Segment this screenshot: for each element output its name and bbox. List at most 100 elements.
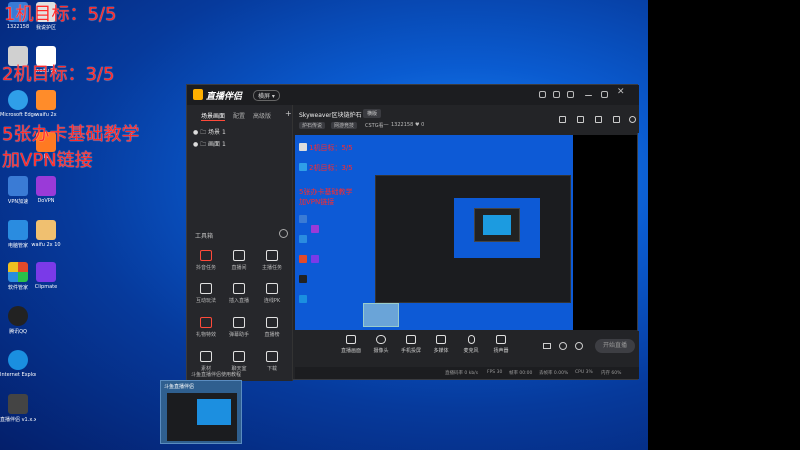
menu-icon[interactable] <box>567 91 574 98</box>
app-icon <box>8 394 28 414</box>
mini-desktop-icon <box>299 143 307 151</box>
room-tag[interactable]: 横版 <box>363 109 382 118</box>
app-icon <box>36 220 56 240</box>
speaker-button[interactable]: 扬声器 <box>487 335 515 354</box>
tab-advanced[interactable]: 高级版 <box>253 111 271 120</box>
tab-config[interactable]: 配置 <box>233 111 245 120</box>
record-icon[interactable] <box>543 343 551 349</box>
category-chip[interactable]: 网游竞技 <box>331 122 358 129</box>
tool-button[interactable]: 弹幕助手 <box>224 317 254 338</box>
file-icon <box>36 46 56 66</box>
desktop-icon-label: Clipmate <box>34 284 58 290</box>
tool-button[interactable]: 礼物特效 <box>191 317 221 338</box>
start-live-button[interactable]: 开始直播 <box>595 339 635 353</box>
maximize-icon[interactable] <box>601 91 608 98</box>
mini-desktop-icon <box>299 255 307 263</box>
app-logo-icon <box>193 89 203 100</box>
status-dropped: 丢帧率 0.00% <box>539 371 569 376</box>
category-chip[interactable]: 炉石传说 <box>299 122 326 129</box>
preview-margin <box>573 135 637 330</box>
desktop-icon[interactable]: 直播伴侣 v1.x.x <box>0 394 36 423</box>
desktop-background: 1322158 我说护区 waifu 2x Microsoft Edge wai… <box>0 0 648 450</box>
camera-icon <box>376 335 386 344</box>
settings-gear-icon[interactable] <box>575 342 583 350</box>
tool-icon <box>266 283 278 294</box>
status-memory: 内存 60% <box>601 371 622 376</box>
lock-icon[interactable] <box>577 116 584 123</box>
desktop-icon[interactable]: Clipmate <box>28 262 64 290</box>
tab-scenes[interactable]: 场景画面 <box>201 111 226 121</box>
room-name: Skyweaver区块链炉石 <box>299 112 362 119</box>
desktop-icon[interactable]: waifu 2x 10 <box>28 220 64 248</box>
desktop-icon[interactable]: 腾讯QQ <box>0 306 36 335</box>
save-icon[interactable] <box>595 116 602 123</box>
add-scene-icon[interactable]: + <box>285 109 292 118</box>
desktop-icon[interactable]: DoVPN <box>28 176 64 204</box>
shield-icon <box>8 176 28 196</box>
tool-button[interactable]: 连线PK <box>257 283 287 304</box>
microphone-button[interactable]: 麦克风 <box>457 335 485 354</box>
mail-icon[interactable] <box>553 91 560 98</box>
status-duration: 帧率 00:00 <box>509 371 533 376</box>
tool-icon <box>200 351 212 362</box>
likes-count: ♥ 0 <box>415 122 425 128</box>
taskbar-preview-thumbnail <box>167 393 237 441</box>
tool-icon <box>200 250 212 261</box>
screen-capture-button[interactable]: 直播画面 <box>337 335 365 354</box>
scene-item[interactable]: ● 🗀 画面 1 <box>193 139 226 150</box>
tool-button[interactable]: 素材 <box>191 351 221 372</box>
tutorial-link[interactable]: 斗鱼直播伴侣使用教程 <box>191 371 241 378</box>
media-button[interactable]: 多媒体 <box>427 335 455 354</box>
tool-button[interactable]: 下载 <box>257 351 287 372</box>
bell-icon[interactable] <box>613 116 620 123</box>
tool-button[interactable]: 抖音任务 <box>191 250 221 271</box>
status-bar: 直播码率 0 kb/s FPS 30 帧率 00:00 丢帧率 0.00% CP… <box>295 367 639 379</box>
desktop-icon-label: DoVPN <box>37 198 55 204</box>
live-companion-window: 直播伴侣 横屏 ▾ ✕ 场景画面 配置 高级版 + ● 🗀 场景 1 ● 🗀 画… <box>186 84 639 381</box>
title-bar: 直播伴侣 横屏 ▾ ✕ <box>187 85 639 105</box>
desktop-icon[interactable]: Internet Explorer <box>0 350 36 378</box>
camera-button[interactable]: 摄像头 <box>367 335 395 354</box>
mini-desktop-icon <box>311 255 319 263</box>
timer-icon[interactable] <box>559 342 567 350</box>
mini-desktop-icon <box>299 295 307 303</box>
cart-icon[interactable] <box>559 116 566 123</box>
preview-note: 加VPN链接 <box>299 198 335 206</box>
desktop-icon-label: waifu 2x <box>35 112 57 118</box>
scene-item[interactable]: ● 🗀 场景 1 <box>193 127 226 138</box>
mini-desktop-icon <box>299 235 307 243</box>
minimize-icon[interactable] <box>585 95 592 96</box>
source-controls: 直播画面 摄像头 手机投屏 多媒体 麦克风 扬声器 开始直播 <box>295 331 639 367</box>
room-info-bar: Skyweaver区块链炉石 横版 炉石传说 网游竞技 CSTG看一 13221… <box>295 105 639 133</box>
nested-preview <box>483 215 511 235</box>
stream-preview[interactable]: 1机目标：5/5 2机目标：3/5 5张办卡基础教学 加VPN链接 <box>295 135 573 330</box>
shield-icon <box>8 220 28 240</box>
tool-icon <box>233 283 245 294</box>
app-icon <box>8 46 28 66</box>
tool-button[interactable]: 直播榜 <box>257 317 287 338</box>
tool-button[interactable]: 直播间 <box>224 250 254 271</box>
orientation-dropdown[interactable]: 横屏 ▾ <box>253 90 280 101</box>
help-icon[interactable] <box>539 91 546 98</box>
mini-desktop-icon <box>299 215 307 223</box>
mini-desktop-icon <box>311 225 319 233</box>
status-fps: FPS 30 <box>487 370 503 375</box>
letterbox <box>648 0 800 450</box>
tool-button[interactable]: 插入直播 <box>224 283 254 304</box>
nested-thumbnail <box>363 303 399 327</box>
tool-button[interactable]: 聊天室 <box>224 351 254 372</box>
tool-button[interactable]: 主播任务 <box>257 250 287 271</box>
overlay-note: 1机目标：5/5 <box>4 4 117 25</box>
collapse-icon[interactable] <box>279 229 288 238</box>
close-icon[interactable]: ✕ <box>617 87 625 97</box>
phone-cast-button[interactable]: 手机投屏 <box>397 335 425 354</box>
desktop-icon[interactable]: waifu 2x <box>28 90 64 118</box>
share-icon[interactable] <box>629 116 636 123</box>
taskbar-window-preview[interactable]: 斗鱼直播伴侣 <box>160 380 242 444</box>
tool-icon <box>200 317 212 328</box>
toolbox-label: 工具箱 <box>195 233 214 240</box>
desktop-icon-label: 腾讯QQ <box>9 329 27 335</box>
overlay-note: 加VPN链接 <box>2 150 93 171</box>
tool-button[interactable]: 互动玩法 <box>191 283 221 304</box>
status-cpu: CPU 3% <box>575 370 593 375</box>
